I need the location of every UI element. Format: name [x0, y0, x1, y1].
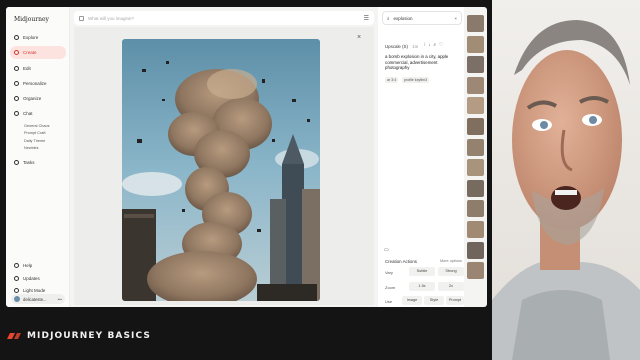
- thumbnail[interactable]: [467, 56, 484, 74]
- use-image-button[interactable]: Image: [402, 296, 422, 305]
- sidebar-item-label: Light Mode: [23, 288, 46, 293]
- sidebar-nav: Explore Create Edit Personalize Organize: [10, 31, 66, 171]
- vary-subtle-button[interactable]: Subtle: [409, 267, 435, 276]
- more-options-link[interactable]: More options: [440, 259, 462, 263]
- thumbnail[interactable]: [467, 179, 484, 197]
- image-upload-icon[interactable]: [79, 15, 84, 21]
- sidebar-item-label: Create: [23, 50, 37, 56]
- prompt-text[interactable]: a bomb explosion in a city, apple commer…: [385, 54, 459, 71]
- user-name: delicateste...: [23, 296, 47, 302]
- chat-room-prompt-craft[interactable]: Prompt Craft: [10, 130, 66, 138]
- zoom-1-5x-button[interactable]: 1.5x: [409, 282, 435, 291]
- param-tag-profile[interactable]: profile kxyfbn3: [402, 77, 430, 83]
- sidebar-item-label: Updates: [23, 275, 40, 281]
- use-prompt-button[interactable]: Prompt: [446, 296, 464, 305]
- image-toolbar: ⁝↓⌕♡: [424, 42, 446, 48]
- close-icon[interactable]: ×: [357, 34, 361, 41]
- sidebar: Midjourney Explore Create Edit Personali…: [6, 7, 70, 307]
- use-style-button[interactable]: Style: [424, 296, 444, 305]
- sidebar-item-chat[interactable]: Chat: [10, 107, 66, 120]
- thumbnail[interactable]: [467, 241, 484, 259]
- presenter-camera: [492, 0, 640, 360]
- explosion-image: [122, 39, 320, 301]
- app-title: Midjourney: [14, 16, 49, 23]
- settings-sliders-icon[interactable]: ☰: [364, 15, 369, 22]
- thumbnail[interactable]: [467, 15, 484, 32]
- clear-search-icon[interactable]: ×: [454, 16, 457, 21]
- folder-icon: [14, 96, 19, 102]
- more-icon: •••: [57, 296, 62, 302]
- sidebar-item-label: Chat: [23, 111, 33, 117]
- thumbnail[interactable]: [467, 159, 484, 177]
- sun-icon: [14, 288, 19, 293]
- person-icon: [14, 80, 19, 86]
- sidebar-bottom: Help Updates Light Mode: [10, 260, 66, 298]
- upscale-time: 1m: [412, 44, 419, 49]
- zoom-2x-button[interactable]: 2x: [438, 282, 464, 291]
- sidebar-item-edit[interactable]: Edit: [10, 62, 66, 75]
- lower-third-banner: MIDJOURNEY BASICS: [6, 324, 151, 348]
- thumbnail[interactable]: [467, 35, 484, 53]
- presenter-image: [492, 0, 640, 360]
- sidebar-item-updates[interactable]: Updates: [10, 273, 66, 284]
- use-label: Use: [385, 299, 393, 304]
- generated-image: [122, 39, 320, 301]
- bell-icon: [14, 275, 19, 281]
- sidebar-item-organize[interactable]: Organize: [10, 92, 66, 105]
- sidebar-item-label: Personalize: [23, 80, 47, 86]
- chat-icon: [14, 111, 19, 117]
- upscale-status: Upscale (S) 1m: [385, 44, 418, 49]
- sidebar-item-explore[interactable]: Explore: [10, 31, 66, 44]
- thumbnail[interactable]: [467, 76, 484, 94]
- user-menu[interactable]: delicateste... •••: [11, 294, 65, 304]
- sidebar-item-label: Tasks: [23, 159, 35, 165]
- chat-room-daily-theme[interactable]: Daily Theme: [10, 138, 66, 146]
- video-frame: Midjourney Explore Create Edit Personali…: [0, 0, 640, 360]
- banner-title: MIDJOURNEY BASICS: [27, 331, 151, 341]
- thumbnail[interactable]: [467, 138, 484, 156]
- folder-icon[interactable]: ▭: [384, 247, 389, 253]
- search-value: explosion: [393, 15, 413, 21]
- brand-logo-icon: [7, 333, 21, 339]
- sidebar-item-label: Explore: [23, 35, 39, 40]
- sidebar-item-help[interactable]: Help: [10, 260, 66, 271]
- compass-icon: [14, 35, 19, 40]
- zoom-label: Zoom: [385, 285, 396, 290]
- imagine-bar[interactable]: What will you imagine? ☰: [74, 11, 374, 25]
- param-tag-ar[interactable]: ar 3:4: [385, 77, 399, 83]
- thumbnail[interactable]: [467, 97, 484, 115]
- avatar: [14, 296, 20, 302]
- search-field[interactable]: ⌕ explosion ×: [382, 11, 462, 25]
- help-icon: [14, 263, 19, 268]
- tasks-icon: [14, 159, 19, 165]
- sidebar-item-personalize[interactable]: Personalize: [10, 77, 66, 90]
- thumbnail[interactable]: [467, 200, 484, 218]
- creation-actions-title: Creation Actions: [385, 259, 417, 264]
- brush-icon: [14, 50, 19, 56]
- sidebar-item-label: Help: [23, 263, 33, 268]
- upscale-label: Upscale (S): [385, 44, 408, 49]
- imagine-input-placeholder: What will you imagine?: [88, 15, 135, 21]
- vary-label: Vary: [385, 270, 393, 275]
- vary-strong-button[interactable]: Strong: [438, 267, 464, 276]
- thumbnail[interactable]: [467, 262, 484, 280]
- sidebar-item-tasks[interactable]: Tasks: [10, 156, 66, 169]
- midjourney-window: Midjourney Explore Create Edit Personali…: [6, 7, 487, 307]
- edit-icon: [14, 65, 19, 71]
- search-icon: ⌕: [387, 15, 390, 21]
- thumbnail[interactable]: [467, 117, 484, 135]
- sidebar-item-label: Edit: [23, 65, 31, 71]
- chat-room-newbies[interactable]: Newbies: [10, 145, 66, 153]
- heart-icon[interactable]: ♡: [439, 42, 446, 48]
- thumbnail-strip: [467, 15, 487, 283]
- chat-room-general-chaos[interactable]: General Chaos: [10, 123, 66, 131]
- sidebar-item-label: Organize: [23, 96, 42, 102]
- sidebar-item-create[interactable]: Create: [10, 46, 66, 60]
- thumbnail[interactable]: [467, 220, 484, 238]
